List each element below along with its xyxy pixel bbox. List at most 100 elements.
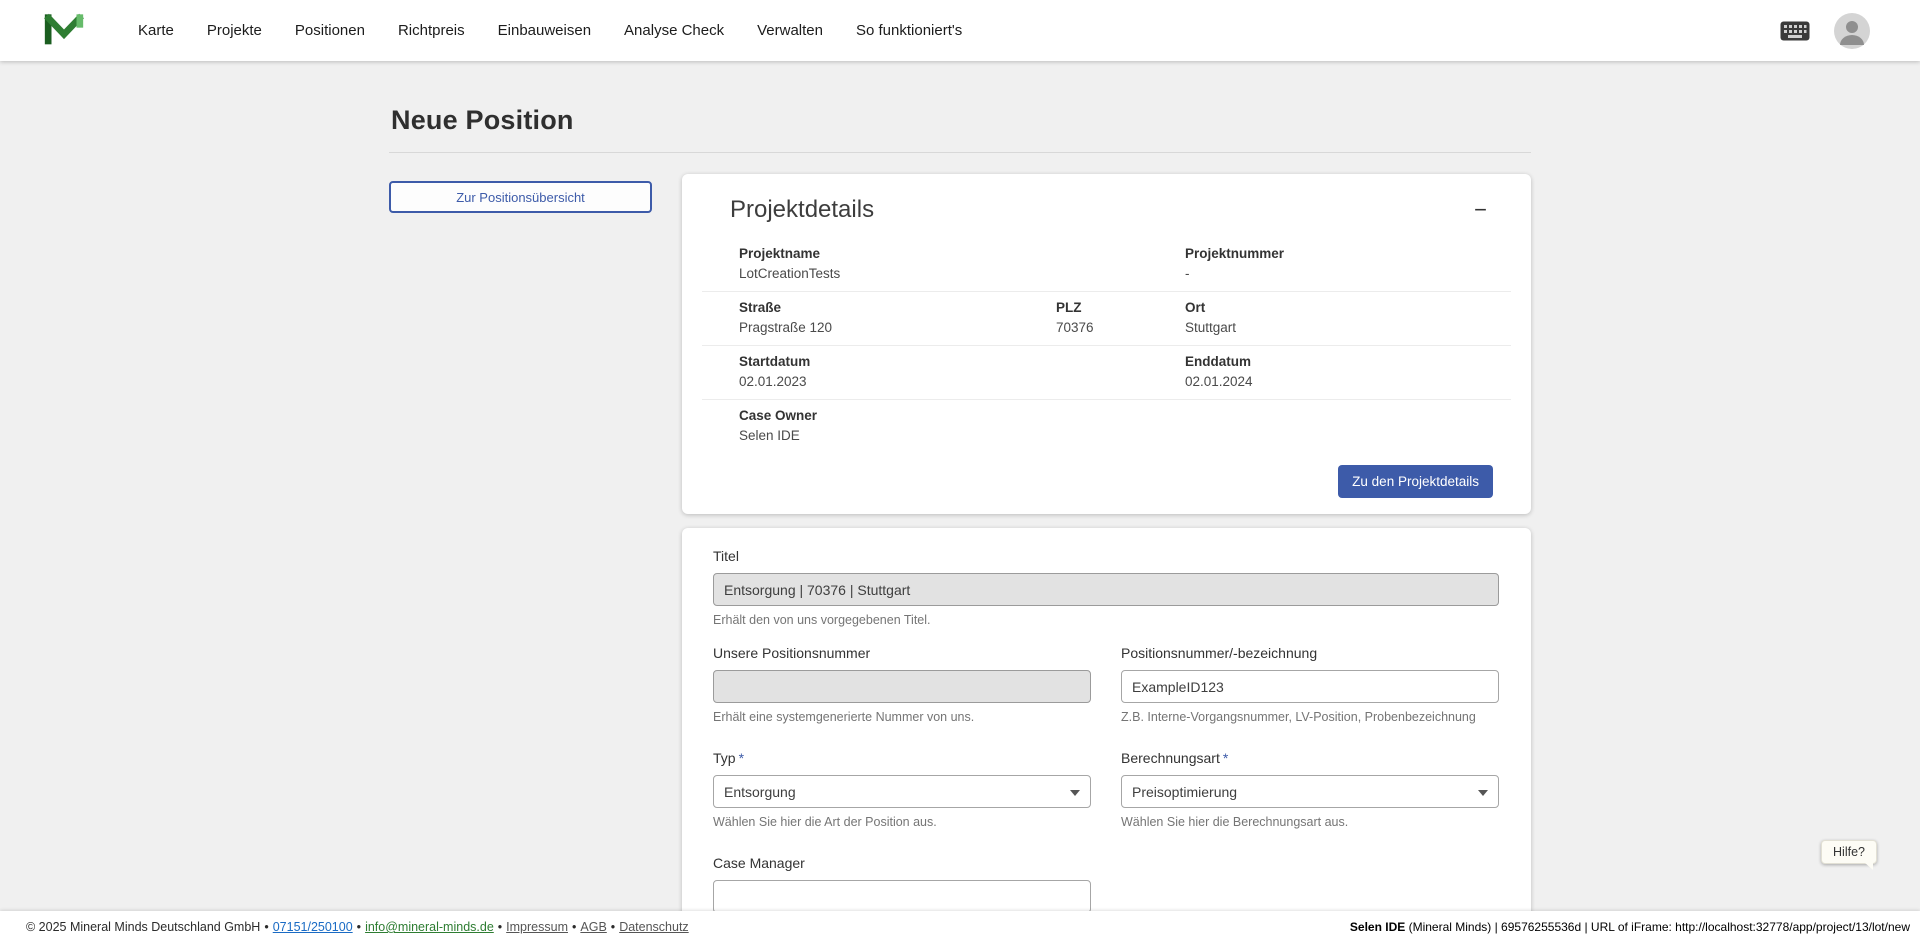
left-column: Zur Positionsübersicht — [389, 174, 652, 213]
strasse-value: Pragstraße 120 — [739, 320, 1056, 335]
project-details-title: Projektdetails — [730, 196, 874, 224]
back-to-positions-button[interactable]: Zur Positionsübersicht — [389, 181, 652, 213]
separator-dot: • — [572, 920, 576, 934]
case-manager-field: Case Manager — [713, 855, 1091, 911]
strasse-field: Straße Pragstraße 120 — [739, 300, 1056, 335]
typ-helper: Wählen Sie hier die Art der Position aus… — [713, 815, 1091, 829]
unsere-positionsnummer-label: Unsere Positionsnummer — [713, 645, 1091, 661]
help-button[interactable]: Hilfe? — [1821, 840, 1877, 864]
project-row-dates: Startdatum 02.01.2023 Enddatum 02.01.202… — [702, 345, 1511, 399]
chevron-down-icon — [1478, 790, 1488, 796]
logo-m-icon — [44, 10, 84, 52]
nav-item-so-funktionierts[interactable]: So funktioniert's — [856, 22, 962, 39]
positionsbezeichnung-field: Positionsnummer/-bezeichnung Z.B. Intern… — [1121, 645, 1499, 724]
nav-item-positionen[interactable]: Positionen — [295, 22, 365, 39]
nav-item-analyse-check[interactable]: Analyse Check — [624, 22, 724, 39]
enddatum-field: Enddatum 02.01.2024 — [1185, 354, 1511, 389]
berechnungsart-required-marker: * — [1223, 750, 1228, 766]
startdatum-label: Startdatum — [739, 354, 1185, 369]
positionsbezeichnung-helper: Z.B. Interne-Vorgangsnummer, LV-Position… — [1121, 710, 1499, 724]
agb-link[interactable]: AGB — [580, 920, 606, 934]
user-avatar[interactable] — [1834, 13, 1870, 49]
plz-label: PLZ — [1056, 300, 1185, 315]
case-manager-label: Case Manager — [713, 855, 1091, 871]
footer: © 2025 Mineral Minds Deutschland GmbH • 07… — [0, 911, 1920, 943]
titel-helper: Erhält den von uns vorgegebenen Titel. — [713, 613, 1499, 627]
projektnummer-label: Projektnummer — [1185, 246, 1511, 261]
new-position-form-card: Titel Erhält den von uns vorgegebenen Ti… — [682, 528, 1531, 911]
project-details-rows: Projektname LotCreationTests Projektnumm… — [702, 238, 1511, 453]
project-row-owner: Case Owner Selen IDE — [702, 399, 1511, 453]
page-body: Neue Position Zur Positionsübersicht Pro… — [0, 61, 1920, 911]
separator-dot: • — [611, 920, 615, 934]
typ-select[interactable]: Entsorgung — [713, 775, 1091, 808]
right-column: Projektdetails − Projektname LotCreation… — [682, 174, 1531, 911]
projektname-field: Projektname LotCreationTests — [739, 246, 1185, 281]
berechnungsart-helper: Wählen Sie hier die Berechnungsart aus. — [1121, 815, 1499, 829]
mineral-minds-logo[interactable] — [44, 10, 84, 52]
enddatum-label: Enddatum — [1185, 354, 1511, 369]
case-manager-input[interactable] — [713, 880, 1091, 911]
berechnungsart-label: Berechnungsart — [1121, 750, 1220, 766]
project-details-card: Projektdetails − Projektname LotCreation… — [682, 174, 1531, 514]
header-actions — [1780, 13, 1870, 49]
positionsbezeichnung-label: Positionsnummer/-bezeichnung — [1121, 645, 1499, 661]
ort-field: Ort Stuttgart — [1185, 300, 1511, 335]
datenschutz-link[interactable]: Datenschutz — [619, 920, 688, 934]
berechnungsart-field: Berechnungsart* Preisoptimierung Wählen … — [1121, 750, 1499, 829]
keyboard-icon[interactable] — [1780, 21, 1810, 41]
separator-dot: • — [357, 920, 361, 934]
phone-link[interactable]: 07151/250100 — [273, 920, 353, 934]
berechnungsart-select-value: Preisoptimierung — [1132, 784, 1237, 800]
title-divider — [389, 152, 1531, 153]
nav-item-einbauweisen[interactable]: Einbauweisen — [498, 22, 591, 39]
footer-left: © 2025 Mineral Minds Deutschland GmbH • 07… — [26, 920, 689, 934]
nav-item-verwalten[interactable]: Verwalten — [757, 22, 823, 39]
top-navigation-bar: Karte Projekte Positionen Richtpreis Ein… — [0, 0, 1920, 61]
nav-item-richtpreis[interactable]: Richtpreis — [398, 22, 465, 39]
chevron-down-icon — [1070, 790, 1080, 796]
titel-input — [713, 573, 1499, 606]
collapse-button[interactable]: − — [1466, 197, 1495, 223]
typ-label: Typ — [713, 750, 736, 766]
copyright-text: © 2025 Mineral Minds Deutschland GmbH — [26, 920, 260, 934]
projektnummer-field: Projektnummer - — [1185, 246, 1511, 281]
projektname-label: Projektname — [739, 246, 1185, 261]
email-link[interactable]: info@mineral-minds.de — [365, 920, 494, 934]
plz-value: 70376 — [1056, 320, 1185, 335]
typ-select-value: Entsorgung — [724, 784, 796, 800]
project-row-address: Straße Pragstraße 120 PLZ 70376 Ort Stut… — [702, 291, 1511, 345]
typ-field: Typ* Entsorgung Wählen Sie hier die Art … — [713, 750, 1091, 829]
impressum-link[interactable]: Impressum — [506, 920, 568, 934]
main-nav: Karte Projekte Positionen Richtpreis Ein… — [138, 22, 962, 39]
unsere-positionsnummer-input — [713, 670, 1091, 703]
projektname-value: LotCreationTests — [739, 266, 1185, 281]
positionsbezeichnung-input[interactable] — [1121, 670, 1499, 703]
typ-required-marker: * — [739, 750, 744, 766]
footer-user-name: Selen IDE — [1350, 920, 1405, 934]
titel-field: Titel Erhält den von uns vorgegebenen Ti… — [713, 548, 1499, 627]
ort-label: Ort — [1185, 300, 1511, 315]
projektnummer-value: - — [1185, 266, 1511, 281]
nav-item-projekte[interactable]: Projekte — [207, 22, 262, 39]
separator-dot: • — [498, 920, 502, 934]
startdatum-field: Startdatum 02.01.2023 — [739, 354, 1185, 389]
strasse-label: Straße — [739, 300, 1056, 315]
ort-value: Stuttgart — [1185, 320, 1511, 335]
case-owner-value: Selen IDE — [739, 428, 1511, 443]
unsere-positionsnummer-field: Unsere Positionsnummer Erhält eine syste… — [713, 645, 1091, 724]
berechnungsart-select[interactable]: Preisoptimierung — [1121, 775, 1499, 808]
plz-field: PLZ 70376 — [1056, 300, 1185, 335]
go-to-project-details-button[interactable]: Zu den Projektdetails — [1338, 465, 1493, 498]
nav-item-karte[interactable]: Karte — [138, 22, 174, 39]
titel-label: Titel — [713, 548, 1499, 564]
case-owner-field: Case Owner Selen IDE — [739, 408, 1511, 443]
footer-user-details: (Mineral Minds) | 69576255536d | URL of … — [1405, 920, 1910, 934]
separator-dot: • — [264, 920, 268, 934]
case-owner-label: Case Owner — [739, 408, 1511, 423]
enddatum-value: 02.01.2024 — [1185, 374, 1511, 389]
footer-user-info: Selen IDE (Mineral Minds) | 69576255536d… — [1350, 920, 1910, 934]
startdatum-value: 02.01.2023 — [739, 374, 1185, 389]
page-title: Neue Position — [391, 105, 1531, 136]
project-row-name-number: Projektname LotCreationTests Projektnumm… — [702, 238, 1511, 291]
